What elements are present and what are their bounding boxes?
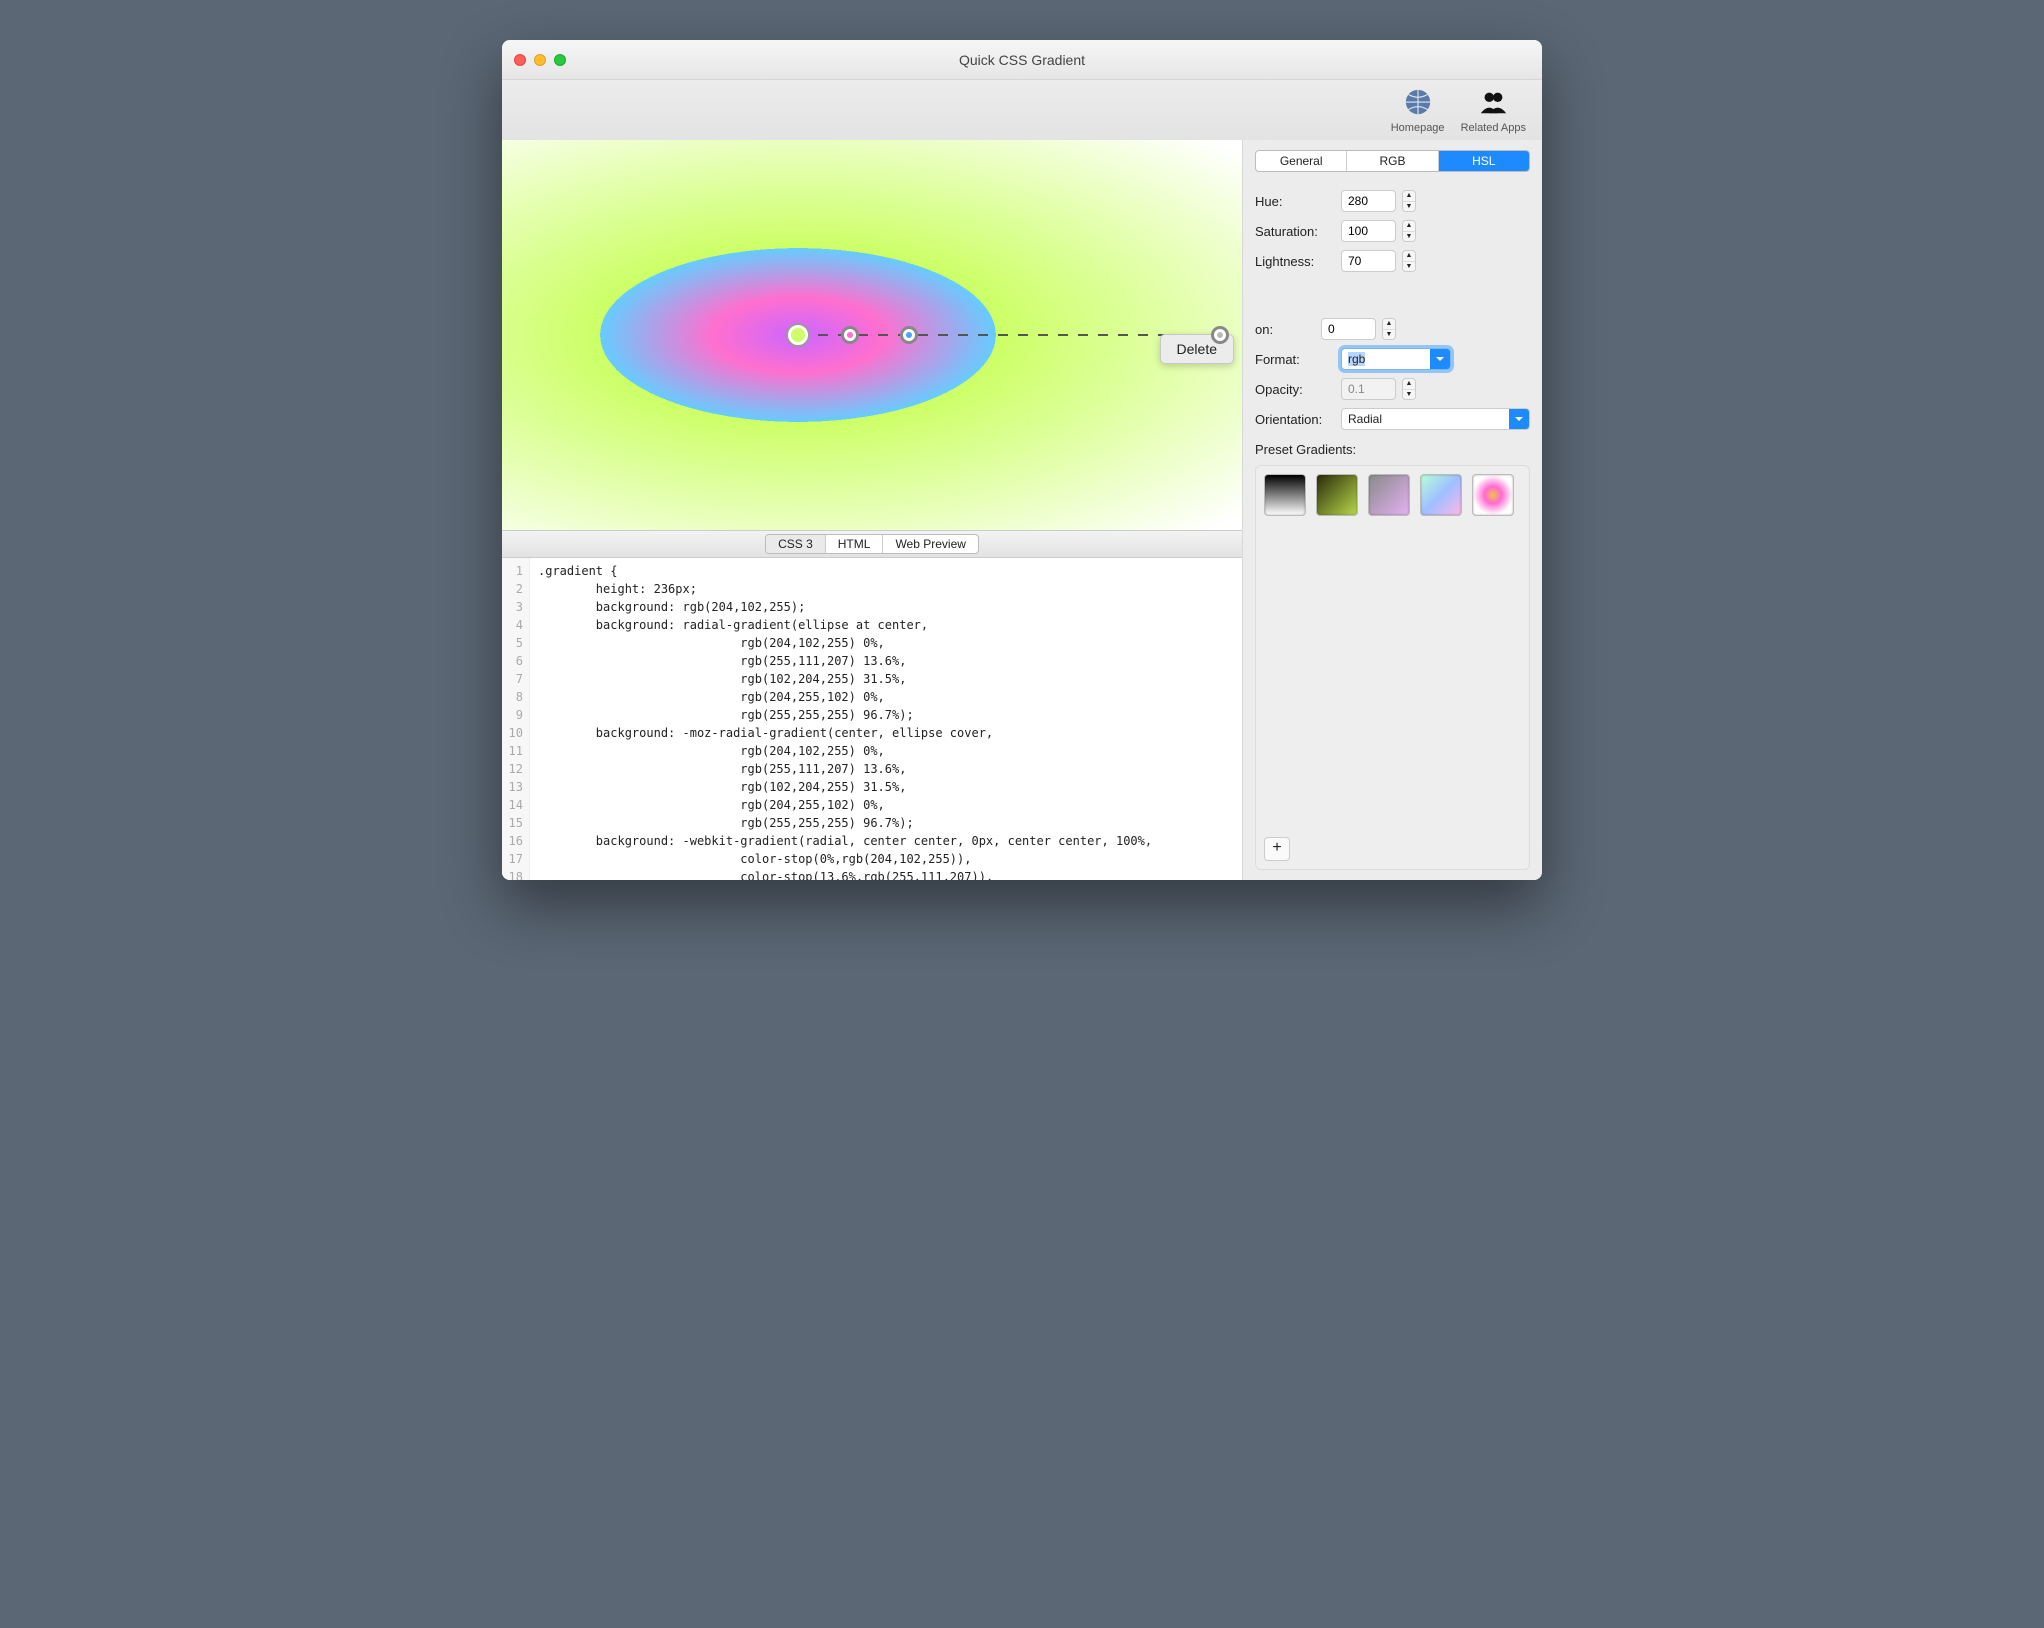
hue-label: Hue: [1255, 194, 1335, 209]
homepage-button[interactable]: Homepage [1391, 87, 1445, 134]
position-stepper[interactable]: ▲▼ [1382, 318, 1396, 340]
preset-label: Preset Gradients: [1255, 442, 1530, 457]
saturation-input[interactable] [1341, 220, 1396, 242]
gradient-stop-color [847, 332, 853, 338]
code-gutter: 1 2 3 4 5 6 7 8 9 10 11 12 13 14 15 16 1… [502, 558, 530, 880]
format-select[interactable]: rgb [1341, 348, 1451, 370]
format-label: Format: [1255, 352, 1335, 367]
gradient-stop-color [791, 328, 805, 342]
output-tab-web-preview[interactable]: Web Preview [883, 535, 977, 553]
gradient-stop[interactable] [841, 326, 859, 344]
saturation-label: Saturation: [1255, 224, 1335, 239]
chevron-down-icon [1509, 409, 1529, 429]
preset-swatches: + [1255, 465, 1530, 870]
traffic-lights [514, 54, 566, 66]
related-apps-button[interactable]: Related Apps [1461, 87, 1526, 134]
preset-swatch[interactable] [1472, 474, 1514, 516]
minimize-window-button[interactable] [534, 54, 546, 66]
toolbar: Homepage Related Apps [502, 80, 1542, 140]
orientation-select[interactable]: Radial [1341, 408, 1530, 430]
people-icon [1478, 87, 1508, 120]
gradient-stop-color [906, 332, 912, 338]
lightness-label: Lightness: [1255, 254, 1335, 269]
preset-swatch[interactable] [1316, 474, 1358, 516]
gradient-canvas[interactable]: Delete [502, 140, 1242, 530]
gradient-stop[interactable] [900, 326, 918, 344]
code-output: 1 2 3 4 5 6 7 8 9 10 11 12 13 14 15 16 1… [502, 558, 1242, 880]
zoom-window-button[interactable] [554, 54, 566, 66]
right-panel: General RGB HSL Hue: ▲▼ Saturation: ▲▼ L… [1242, 140, 1542, 880]
homepage-label: Homepage [1391, 122, 1445, 134]
hue-input[interactable] [1341, 190, 1396, 212]
close-window-button[interactable] [514, 54, 526, 66]
lightness-stepper[interactable]: ▲▼ [1402, 250, 1416, 272]
gradient-stop-color [1217, 332, 1223, 338]
preset-swatch[interactable] [1368, 474, 1410, 516]
color-mode-tabs: General RGB HSL [1255, 150, 1530, 172]
globe-icon [1403, 87, 1433, 120]
left-column: Delete CSS 3 HTML Web Preview 1 2 3 4 5 … [502, 140, 1242, 880]
related-apps-label: Related Apps [1461, 122, 1526, 134]
add-preset-button[interactable]: + [1264, 837, 1290, 861]
gradient-axis [798, 334, 1220, 336]
opacity-label: Opacity: [1255, 382, 1335, 397]
color-tab-general[interactable]: General [1256, 151, 1347, 171]
hue-stepper[interactable]: ▲▼ [1402, 190, 1416, 212]
output-tab-html[interactable]: HTML [826, 535, 884, 553]
preset-swatch[interactable] [1420, 474, 1462, 516]
window-title: Quick CSS Gradient [502, 52, 1542, 68]
output-tabs: CSS 3 HTML Web Preview [502, 530, 1242, 558]
orientation-label: Orientation: [1255, 412, 1335, 427]
preset-section: Preset Gradients: + [1255, 442, 1530, 870]
app-window: Quick CSS Gradient Homepage Related Apps [502, 40, 1542, 880]
color-tab-rgb[interactable]: RGB [1347, 151, 1438, 171]
gradient-stop[interactable] [1211, 326, 1229, 344]
opacity-stepper[interactable]: ▲▼ [1402, 378, 1416, 400]
orientation-value: Radial [1348, 412, 1382, 426]
preset-swatch[interactable] [1264, 474, 1306, 516]
saturation-stepper[interactable]: ▲▼ [1402, 220, 1416, 242]
hsl-panel: Hue: ▲▼ Saturation: ▲▼ Lightness: ▲▼ [1255, 186, 1530, 276]
chevron-down-icon [1430, 349, 1450, 369]
opacity-input [1341, 378, 1396, 400]
titlebar: Quick CSS Gradient [502, 40, 1542, 80]
lightness-input[interactable] [1341, 250, 1396, 272]
delete-popover-label: Delete [1177, 341, 1217, 357]
format-value: rgb [1348, 352, 1365, 366]
position-label: on: [1255, 322, 1315, 337]
stop-properties: on: ▲▼ Format: rgb Opacity: ▲▼ [1255, 314, 1530, 434]
position-input[interactable] [1321, 318, 1376, 340]
gradient-stop[interactable] [786, 323, 810, 347]
body: Delete CSS 3 HTML Web Preview 1 2 3 4 5 … [502, 140, 1542, 880]
code-body[interactable]: .gradient { height: 236px; background: r… [530, 558, 1242, 880]
color-tab-hsl[interactable]: HSL [1439, 151, 1529, 171]
output-tab-css3[interactable]: CSS 3 [766, 535, 826, 553]
